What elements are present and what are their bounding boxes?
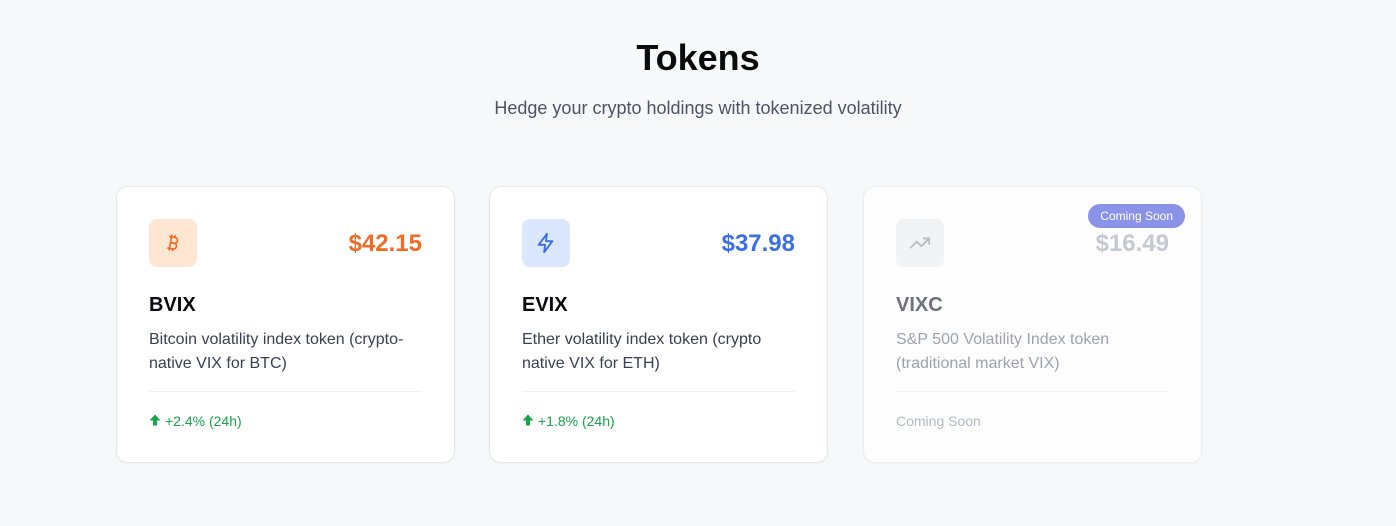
arrow-up-icon — [149, 412, 161, 430]
card-divider — [522, 391, 795, 392]
token-price: $16.49 — [1095, 230, 1169, 257]
price-change-text: +1.8% (24h) — [538, 413, 615, 429]
token-card-evix[interactable]: $37.98 EVIX Ether volatility index token… — [489, 186, 828, 463]
token-price: $42.15 — [348, 230, 422, 257]
token-description: Bitcoin volatility index token (crypto-n… — [149, 331, 404, 372]
coming-soon-text: Coming Soon — [896, 413, 981, 429]
price-change: +2.4% (24h) — [149, 412, 242, 430]
card-divider — [896, 391, 1169, 392]
token-card-bvix[interactable]: $42.15 BVIX Bitcoin volatility index tok… — [116, 186, 455, 463]
trending-up-icon — [896, 219, 944, 267]
coming-soon-status: Coming Soon — [896, 412, 981, 430]
token-description: S&P 500 Volatility Index token (traditio… — [896, 331, 1110, 372]
card-divider — [149, 391, 422, 392]
arrow-up-icon — [522, 412, 534, 430]
page-subtitle: Hedge your crypto holdings with tokenize… — [494, 98, 902, 118]
token-price: $37.98 — [721, 230, 795, 257]
price-change-text: +2.4% (24h) — [165, 413, 242, 429]
coming-soon-badge: Coming Soon — [1088, 204, 1185, 228]
token-card-vixc: Coming Soon $16.49 VIXC S&P 500 Volatili… — [863, 186, 1202, 463]
token-description: Ether volatility index token (crypto nat… — [522, 331, 762, 372]
bitcoin-icon — [149, 219, 197, 267]
price-change: +1.8% (24h) — [522, 412, 615, 430]
token-symbol: VIXC — [896, 294, 943, 316]
page-title: Tokens — [636, 37, 760, 78]
token-symbol: EVIX — [522, 294, 568, 316]
lightning-icon — [522, 219, 570, 267]
token-symbol: BVIX — [149, 294, 196, 316]
